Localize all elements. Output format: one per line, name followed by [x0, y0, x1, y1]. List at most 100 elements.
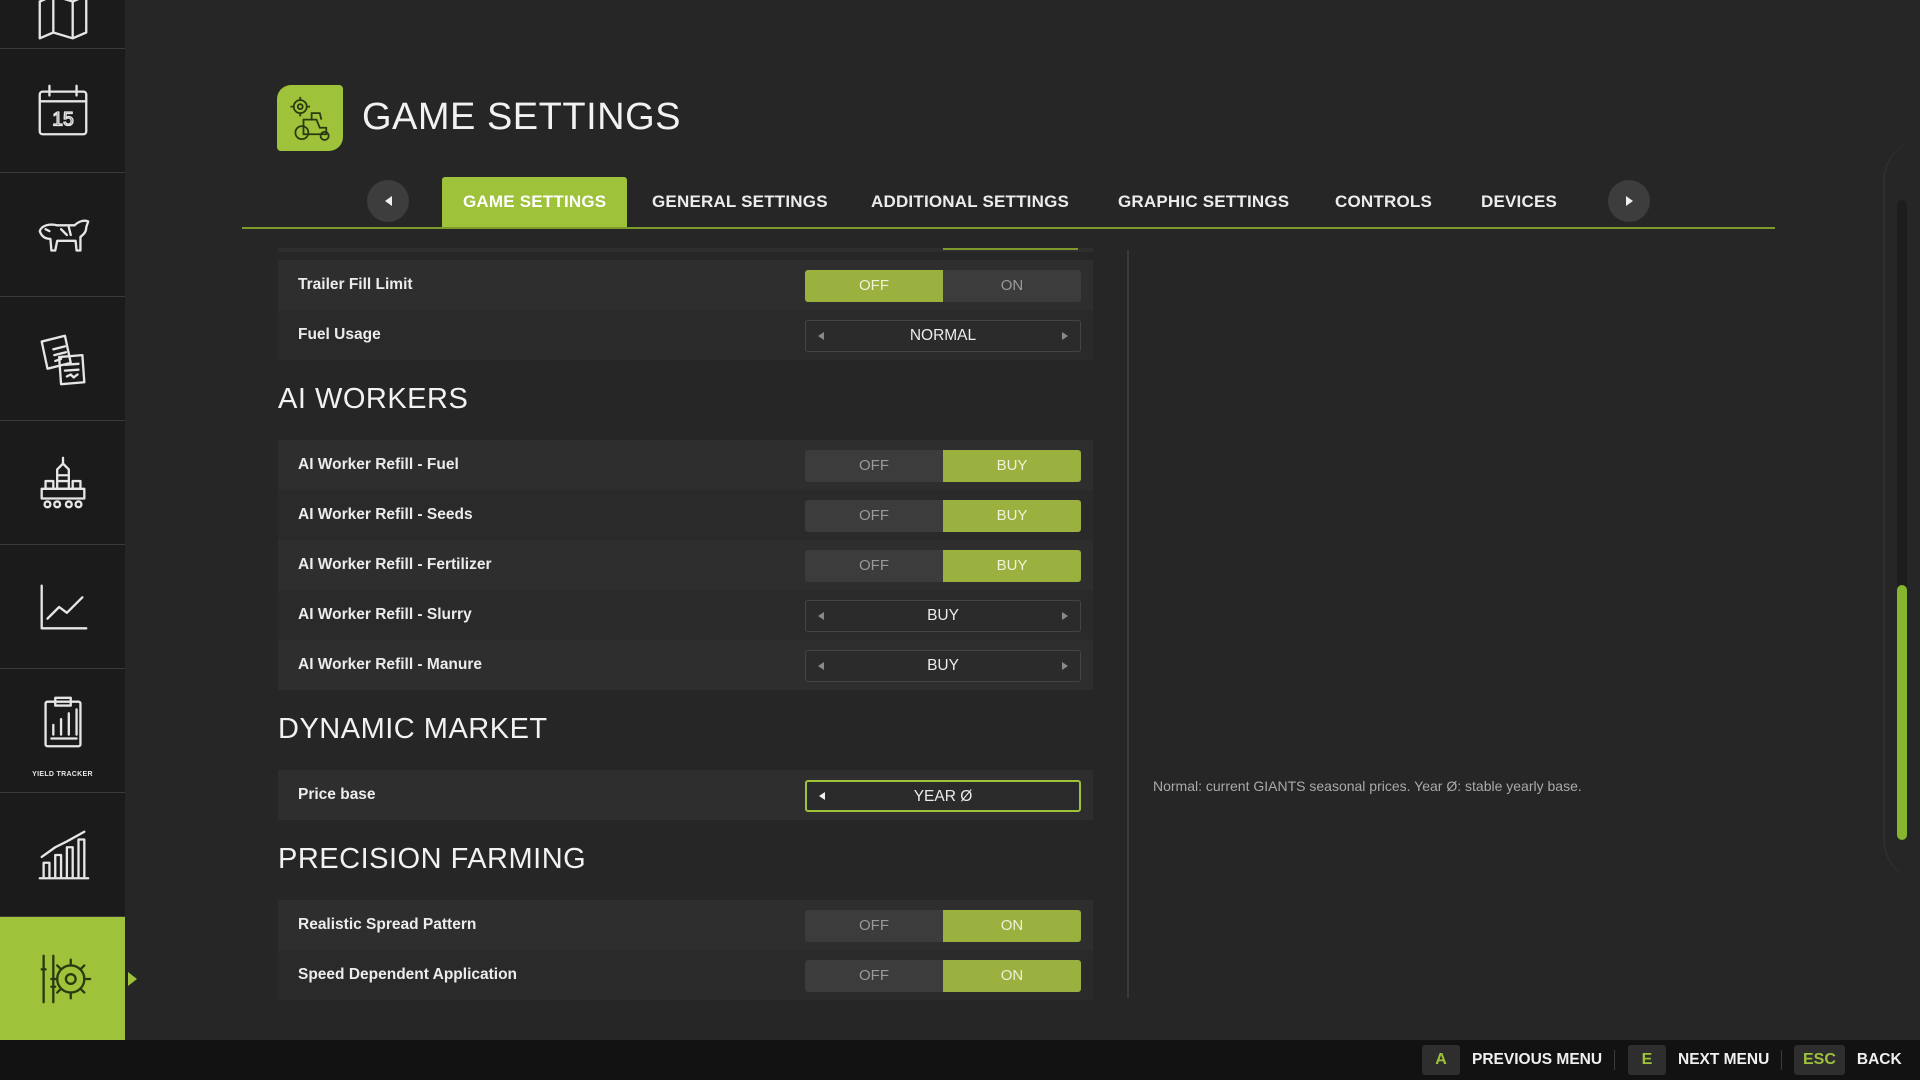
- tab-bar: GAME SETTINGS GENERAL SETTINGS ADDITIONA…: [242, 170, 1775, 229]
- ai-manure-selector[interactable]: BUY: [805, 650, 1081, 682]
- setting-row-fuel-usage: Fuel Usage NORMAL: [278, 310, 1093, 360]
- sidebar: 15 YIELD TRACKER: [0, 0, 137, 1040]
- hint-label: NEXT MENU: [1678, 1051, 1770, 1068]
- key-badge: E: [1628, 1045, 1666, 1075]
- setting-label: AI Worker Refill - Slurry: [298, 606, 472, 623]
- sidebar-item-prices[interactable]: [0, 546, 125, 669]
- sidebar-item-animals[interactable]: [0, 174, 125, 297]
- toggle-option-on[interactable]: ON: [943, 910, 1081, 942]
- tab-general-settings[interactable]: GENERAL SETTINGS: [652, 177, 828, 227]
- yield-tracker-icon: [43, 696, 82, 748]
- map-icon: [38, 0, 87, 40]
- back-hint[interactable]: ESC BACK: [1794, 1045, 1902, 1075]
- setting-row-ai-fuel: AI Worker Refill - Fuel OFF BUY: [278, 440, 1093, 490]
- section-title-ai-workers: AI WORKERS: [278, 383, 469, 415]
- setting-label: AI Worker Refill - Fertilizer: [298, 556, 492, 573]
- production-icon: [40, 456, 85, 509]
- cow-icon: [38, 219, 89, 252]
- toggle-option-off[interactable]: OFF: [805, 960, 943, 992]
- ai-fuel-toggle: OFF BUY: [805, 450, 1081, 482]
- toggle-option-buy[interactable]: BUY: [943, 550, 1081, 582]
- setting-label: AI Worker Refill - Fuel: [298, 456, 459, 473]
- tab-game-settings[interactable]: GAME SETTINGS: [442, 177, 628, 227]
- speed-dependent-toggle: OFF ON: [805, 960, 1081, 992]
- spread-pattern-toggle: OFF ON: [805, 910, 1081, 942]
- key-badge: ESC: [1794, 1045, 1845, 1075]
- chevron-right-icon[interactable]: [1062, 332, 1068, 340]
- scrollbar-thumb[interactable]: [1897, 585, 1907, 840]
- toggle-option-on[interactable]: ON: [943, 270, 1081, 302]
- toggle-option-off[interactable]: OFF: [805, 910, 943, 942]
- sidebar-item-production[interactable]: [0, 422, 125, 545]
- setting-row-price-base: Price base YEAR Ø: [278, 770, 1093, 820]
- selector-value: YEAR Ø: [913, 788, 973, 805]
- setting-label: Trailer Fill Limit: [298, 276, 413, 293]
- tab-devices[interactable]: DEVICES: [1481, 177, 1557, 227]
- sidebar-item-map[interactable]: [0, 0, 125, 49]
- selector-value: BUY: [927, 607, 959, 624]
- sidebar-item-statistics[interactable]: [0, 794, 125, 917]
- previous-menu-hint[interactable]: A PREVIOUS MENU: [1422, 1045, 1602, 1075]
- setting-row-ai-seeds: AI Worker Refill - Seeds OFF BUY: [278, 490, 1093, 540]
- active-indicator-arrow: [128, 971, 137, 986]
- svg-text:15: 15: [52, 109, 74, 131]
- scrolled-row-remnant: [278, 248, 1093, 252]
- sidebar-item-calendar[interactable]: 15: [0, 50, 125, 173]
- setting-label: AI Worker Refill - Seeds: [298, 506, 473, 523]
- price-base-selector[interactable]: YEAR Ø: [805, 780, 1081, 812]
- tab-prev-button[interactable]: [367, 180, 409, 222]
- bottom-hint-bar: A PREVIOUS MENU E NEXT MENU ESC BACK: [0, 1040, 1920, 1080]
- setting-label: Realistic Spread Pattern: [298, 916, 477, 933]
- selector-value: NORMAL: [909, 327, 977, 344]
- sidebar-item-yield-tracker[interactable]: YIELD TRACKER: [0, 670, 125, 793]
- tab-next-button[interactable]: [1608, 180, 1650, 222]
- selector-value: BUY: [927, 657, 959, 674]
- toggle-option-buy[interactable]: BUY: [943, 500, 1081, 532]
- chevron-right-icon[interactable]: [1062, 662, 1068, 670]
- arrow-left-icon: [384, 196, 392, 206]
- setting-help-text: Normal: current GIANTS seasonal prices. …: [1153, 778, 1582, 794]
- setting-row-ai-fertilizer: AI Worker Refill - Fertilizer OFF BUY: [278, 540, 1093, 590]
- sidebar-item-contracts[interactable]: [0, 298, 125, 421]
- hint-separator: [1781, 1050, 1782, 1070]
- contracts-icon: [40, 334, 85, 386]
- ai-seeds-toggle: OFF BUY: [805, 500, 1081, 532]
- hint-separator: [1614, 1050, 1615, 1070]
- toggle-option-off[interactable]: OFF: [805, 450, 943, 482]
- line-chart-icon: [40, 584, 87, 630]
- setting-label: Speed Dependent Application: [298, 966, 518, 983]
- tab-graphic-settings[interactable]: GRAPHIC SETTINGS: [1118, 177, 1289, 227]
- page-title: GAME SETTINGS: [362, 96, 681, 138]
- key-badge: A: [1422, 1045, 1460, 1075]
- chevron-right-icon[interactable]: [1062, 612, 1068, 620]
- yield-tracker-caption: YIELD TRACKER: [32, 771, 93, 778]
- setting-row-trailer-fill-limit: Trailer Fill Limit OFF ON: [278, 260, 1093, 310]
- panel-divider: [1127, 250, 1129, 998]
- setting-row-ai-slurry: AI Worker Refill - Slurry BUY: [278, 590, 1093, 640]
- hint-label: PREVIOUS MENU: [1472, 1051, 1603, 1068]
- setting-row-speed-dependent: Speed Dependent Application OFF ON: [278, 950, 1093, 1000]
- section-title-precision-farming: PRECISION FARMING: [278, 843, 587, 875]
- setting-row-spread-pattern: Realistic Spread Pattern OFF ON: [278, 900, 1093, 950]
- ai-slurry-selector[interactable]: BUY: [805, 600, 1081, 632]
- ai-fertilizer-toggle: OFF BUY: [805, 550, 1081, 582]
- toggle-option-buy[interactable]: BUY: [943, 450, 1081, 482]
- toggle-option-on[interactable]: ON: [943, 960, 1081, 992]
- setting-label: Fuel Usage: [298, 326, 381, 343]
- tab-additional-settings[interactable]: ADDITIONAL SETTINGS: [871, 177, 1069, 227]
- bar-chart-icon: [38, 830, 89, 880]
- tractor-gear-icon: [290, 96, 330, 141]
- game-settings-logo: [277, 85, 343, 151]
- trailer-fill-limit-toggle: OFF ON: [805, 270, 1081, 302]
- toggle-option-off[interactable]: OFF: [805, 500, 943, 532]
- next-menu-hint[interactable]: E NEXT MENU: [1628, 1045, 1769, 1075]
- setting-row-ai-manure: AI Worker Refill - Manure BUY: [278, 640, 1093, 690]
- calendar-icon: 15: [38, 84, 87, 136]
- arrow-right-icon: [1625, 196, 1633, 206]
- sidebar-item-settings[interactable]: [0, 917, 137, 1040]
- toggle-option-off[interactable]: OFF: [805, 270, 943, 302]
- tab-controls[interactable]: CONTROLS: [1335, 177, 1432, 227]
- toggle-option-off[interactable]: OFF: [805, 550, 943, 582]
- fuel-usage-selector[interactable]: NORMAL: [805, 320, 1081, 352]
- hint-label: BACK: [1856, 1051, 1902, 1068]
